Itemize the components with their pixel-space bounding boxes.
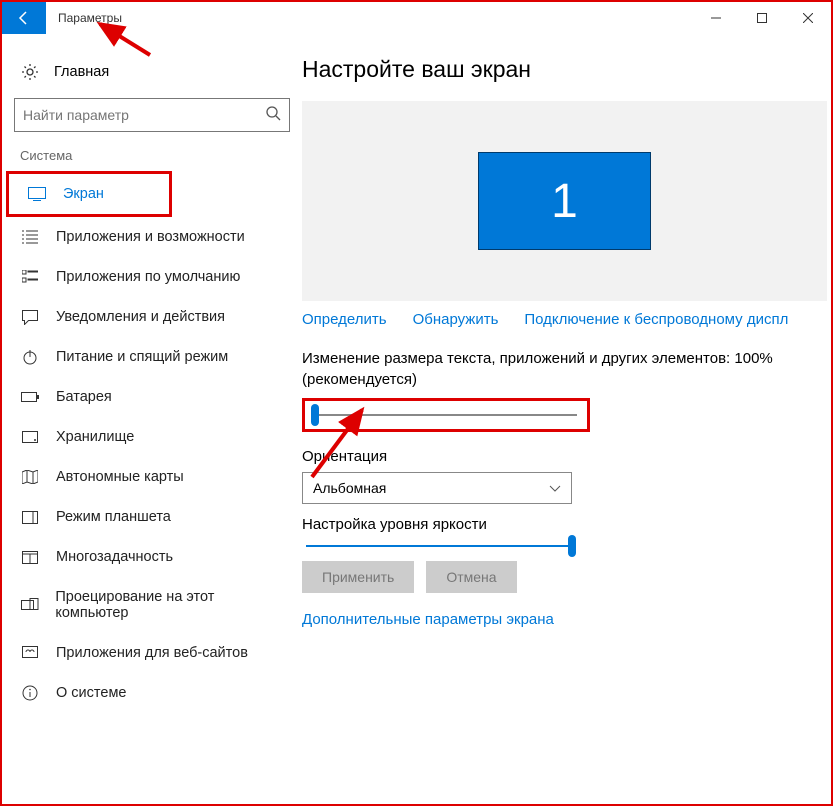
sidebar-item-label: Многозадачность xyxy=(56,549,173,565)
sidebar-item-multitask[interactable]: Многозадачность xyxy=(2,537,302,577)
info-icon xyxy=(20,685,40,701)
scale-slider[interactable] xyxy=(311,414,577,416)
tablet-icon xyxy=(20,511,40,524)
cancel-button[interactable]: Отмена xyxy=(426,561,516,593)
brightness-slider[interactable] xyxy=(306,545,576,547)
identify-link[interactable]: Определить xyxy=(302,311,387,328)
sidebar-item-label: Приложения для веб-сайтов xyxy=(56,645,248,661)
sidebar-home[interactable]: Главная xyxy=(14,58,290,98)
orientation-value: Альбомная xyxy=(313,480,386,496)
brightness-slider-thumb[interactable] xyxy=(568,535,576,557)
grid-icon xyxy=(20,270,40,284)
display-icon xyxy=(27,187,47,201)
sidebar-item-label: Проецирование на этот компьютер xyxy=(55,589,284,621)
sidebar-item-label: Приложения по умолчанию xyxy=(56,269,240,285)
detect-link[interactable]: Обнаружить xyxy=(413,311,499,328)
map-icon xyxy=(20,470,40,484)
gear-icon xyxy=(20,62,40,82)
sidebar-item-web-apps[interactable]: Приложения для веб-сайтов xyxy=(2,633,302,673)
search-icon xyxy=(265,105,281,126)
sidebar-item-display[interactable]: Экран xyxy=(9,174,169,214)
main-panel: Настройте ваш экран 1 Определить Обнаруж… xyxy=(302,34,831,804)
sidebar-item-label: Приложения и возможности xyxy=(56,229,245,245)
advanced-settings-link[interactable]: Дополнительные параметры экрана xyxy=(302,611,831,628)
monitor-1[interactable]: 1 xyxy=(478,152,651,250)
close-button[interactable] xyxy=(785,2,831,34)
chat-icon xyxy=(20,310,40,325)
sidebar-item-about[interactable]: О системе xyxy=(2,673,302,713)
search-input-wrap[interactable] xyxy=(14,98,290,132)
sidebar-item-label: Хранилище xyxy=(56,429,134,445)
scale-label: Изменение размера текста, приложений и д… xyxy=(302,348,831,392)
sidebar-item-label: Автономные карты xyxy=(56,469,184,485)
titlebar: Параметры xyxy=(2,2,831,34)
page-title: Настройте ваш экран xyxy=(302,46,831,101)
sidebar-item-battery[interactable]: Батарея xyxy=(2,377,302,417)
sidebar-home-label: Главная xyxy=(54,64,109,80)
sidebar-item-projecting[interactable]: Проецирование на этот компьютер xyxy=(2,577,302,633)
sidebar-item-power[interactable]: Питание и спящий режим xyxy=(2,337,302,377)
sidebar: Главная Система Экран Приложения и возмо… xyxy=(2,34,302,804)
chevron-down-icon xyxy=(549,480,561,496)
sidebar-item-label: О системе xyxy=(56,685,126,701)
section-label: Система xyxy=(2,146,302,171)
storage-icon xyxy=(20,431,40,443)
sidebar-item-tablet[interactable]: Режим планшета xyxy=(2,497,302,537)
monitor-preview[interactable]: 1 xyxy=(302,101,827,301)
sidebar-item-label: Экран xyxy=(63,186,104,202)
sidebar-item-notifications[interactable]: Уведомления и действия xyxy=(2,297,302,337)
sidebar-item-storage[interactable]: Хранилище xyxy=(2,417,302,457)
wireless-link[interactable]: Подключение к беспроводному диспл xyxy=(524,311,788,328)
sidebar-item-apps[interactable]: Приложения и возможности xyxy=(2,217,302,257)
apply-button[interactable]: Применить xyxy=(302,561,414,593)
window-controls xyxy=(693,2,831,34)
minimize-button[interactable] xyxy=(693,2,739,34)
back-button[interactable] xyxy=(2,2,46,34)
sidebar-item-label: Питание и спящий режим xyxy=(56,349,228,365)
battery-icon xyxy=(20,392,40,402)
maximize-button[interactable] xyxy=(739,2,785,34)
sidebar-item-label: Батарея xyxy=(56,389,112,405)
link-icon xyxy=(20,646,40,660)
search-input[interactable] xyxy=(23,107,265,123)
orientation-label: Ориентация xyxy=(302,448,831,465)
orientation-dropdown[interactable]: Альбомная xyxy=(302,472,572,504)
list-icon xyxy=(20,230,40,244)
scale-slider-thumb[interactable] xyxy=(311,404,319,426)
power-icon xyxy=(20,349,40,365)
display-links: Определить Обнаружить Подключение к бесп… xyxy=(302,301,831,348)
project-icon xyxy=(20,598,39,612)
sidebar-item-maps[interactable]: Автономные карты xyxy=(2,457,302,497)
brightness-label: Настройка уровня яркости xyxy=(302,516,831,533)
sidebar-item-label: Уведомления и действия xyxy=(56,309,225,325)
window-title: Параметры xyxy=(46,2,693,34)
multitask-icon xyxy=(20,551,40,564)
sidebar-item-label: Режим планшета xyxy=(56,509,171,525)
sidebar-item-default-apps[interactable]: Приложения по умолчанию xyxy=(2,257,302,297)
